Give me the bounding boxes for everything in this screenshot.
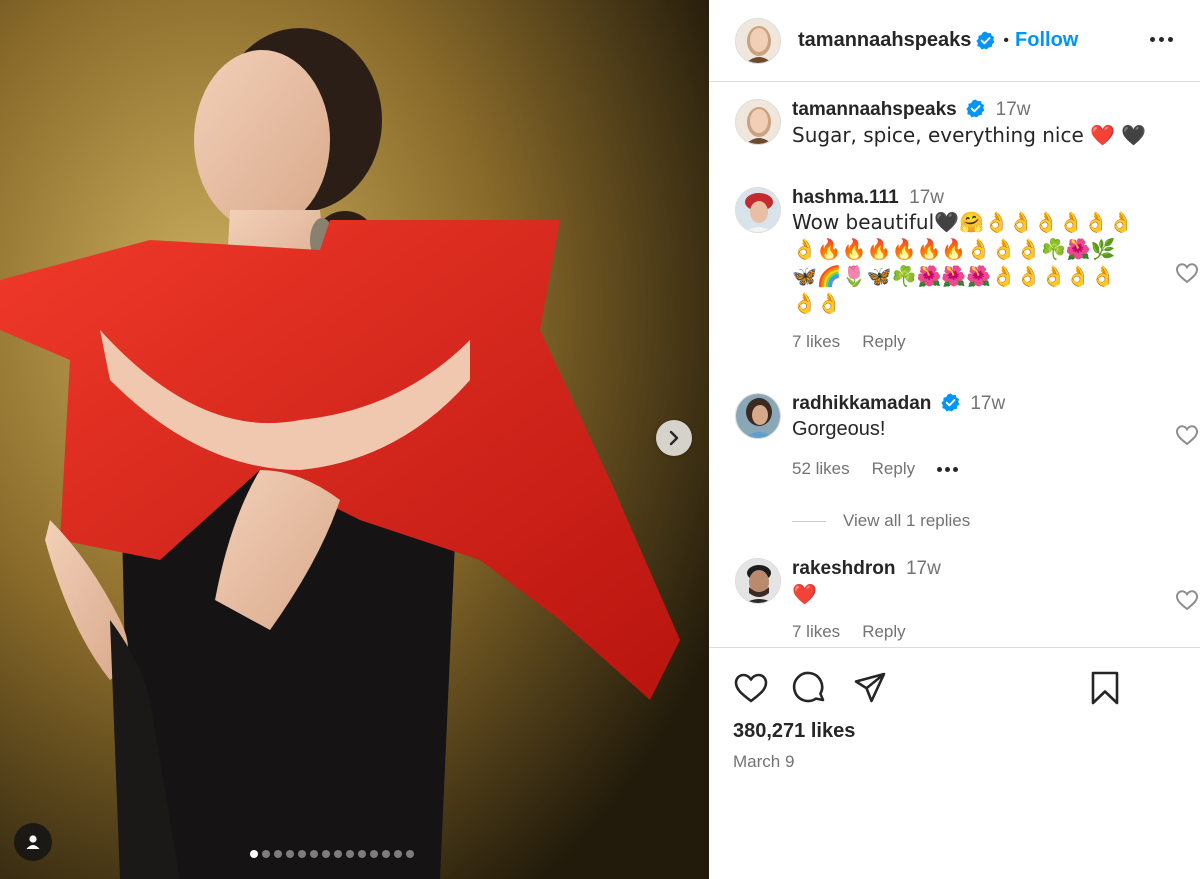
carousel-dot [250, 850, 258, 858]
heart-icon[interactable] [733, 670, 769, 706]
carousel-dot [286, 850, 294, 858]
comment-timestamp: 17w [970, 393, 1006, 414]
replies-divider [792, 520, 826, 522]
comment-item: rakeshdron 17w ❤️ 7 likes Reply [735, 558, 1199, 642]
reply-button[interactable]: Reply [862, 332, 905, 352]
comment-username[interactable]: hashma.111 [792, 187, 899, 208]
comment-item: hashma.111 17w Wow beautiful🖤🤗👌👌👌👌👌👌👌🔥🔥🔥… [735, 187, 1199, 352]
carousel-dot [382, 850, 390, 858]
tagged-users-button[interactable] [14, 823, 52, 861]
comment-more-icon[interactable] [937, 466, 959, 472]
comment-likes[interactable]: 7 likes [792, 332, 840, 352]
comment-text: Wow beautiful🖤🤗👌👌👌👌👌👌👌🔥🔥🔥🔥🔥🔥👌👌👌☘️🌺🌿🦋🌈🌷🦋☘… [792, 210, 1134, 315]
comment-timestamp: 17w [909, 187, 945, 208]
avatar-image [736, 18, 780, 63]
author-avatar[interactable] [735, 17, 781, 64]
more-icon-dot [1159, 36, 1164, 42]
post-actions: 380,271 likes March 9 [709, 647, 1200, 879]
avatar-image [736, 188, 780, 232]
comment-icon[interactable] [792, 670, 828, 706]
comment-username[interactable]: rakeshdron [792, 558, 895, 579]
comment-likes[interactable]: 7 likes [792, 622, 840, 642]
comment-item: radhikkamadan 17w Gorgeous! 52 likes Rep… [735, 393, 1199, 479]
carousel-dot [334, 850, 342, 858]
post-image [0, 0, 709, 879]
header-separator: • [1003, 31, 1010, 49]
view-replies-label: View all 1 replies [843, 511, 971, 530]
carousel-dot [262, 850, 270, 858]
comment-likes[interactable]: 52 likes [792, 459, 850, 479]
carousel-dot [370, 850, 378, 858]
commenter-avatar[interactable] [735, 187, 781, 233]
caption-text: Sugar, spice, everything nice ❤️ 🖤 [792, 123, 1147, 147]
carousel-dot [406, 850, 414, 858]
comment-username[interactable]: radhikkamadan [792, 393, 931, 414]
post-photo[interactable] [0, 0, 709, 879]
post-caption: tamannaahspeaks 17w Sugar, spice, everyt… [735, 99, 1185, 149]
carousel-dot [346, 850, 354, 858]
comment-like-heart-icon[interactable] [1175, 588, 1199, 612]
caption-timestamp: 17w [995, 99, 1031, 120]
avatar-image [736, 394, 780, 438]
carousel-dot [274, 850, 282, 858]
chevron-right-icon [669, 430, 679, 446]
avatar-image [736, 100, 780, 144]
share-icon[interactable] [852, 670, 888, 706]
caption-avatar[interactable] [735, 99, 781, 145]
more-icon-dot [1168, 36, 1173, 42]
verified-badge-icon [966, 99, 985, 118]
carousel-dot [310, 850, 318, 858]
post-sidebar: tamannaahspeaks • Follow tamannaahspeaks… [709, 0, 1200, 879]
comment-timestamp: 17w [905, 558, 941, 579]
avatar-image [736, 559, 780, 603]
more-icon [1150, 36, 1155, 42]
comment-text: ❤️ [792, 582, 817, 606]
next-slide-button[interactable] [656, 420, 692, 456]
follow-button[interactable]: Follow [1015, 29, 1078, 52]
comment-like-heart-icon[interactable] [1175, 423, 1199, 447]
author-username[interactable]: tamannaahspeaks [798, 29, 971, 52]
comment-text: Gorgeous! [792, 418, 886, 440]
commenter-avatar[interactable] [735, 558, 781, 604]
carousel-dot [394, 850, 402, 858]
commenter-avatar[interactable] [735, 393, 781, 439]
carousel-dot [322, 850, 330, 858]
verified-badge-icon [976, 31, 995, 50]
likes-count[interactable]: 380,271 likes [733, 720, 855, 743]
more-options-button[interactable] [1150, 28, 1178, 50]
caption-username[interactable]: tamannaahspeaks [792, 99, 957, 120]
carousel-dot [298, 850, 306, 858]
user-tag-icon [26, 835, 40, 849]
verified-badge-icon [941, 393, 960, 412]
carousel-indicator [250, 850, 414, 858]
bookmark-icon[interactable] [1087, 670, 1123, 706]
post-date: March 9 [733, 752, 795, 771]
carousel-dot [358, 850, 366, 858]
comments-list[interactable]: tamannaahspeaks 17w Sugar, spice, everyt… [709, 83, 1200, 647]
comment-like-heart-icon[interactable] [1175, 261, 1199, 285]
reply-button[interactable]: Reply [872, 459, 915, 479]
reply-button[interactable]: Reply [862, 622, 905, 642]
post-header: tamannaahspeaks • Follow [709, 0, 1200, 82]
view-replies-button[interactable]: View all 1 replies [792, 511, 970, 531]
